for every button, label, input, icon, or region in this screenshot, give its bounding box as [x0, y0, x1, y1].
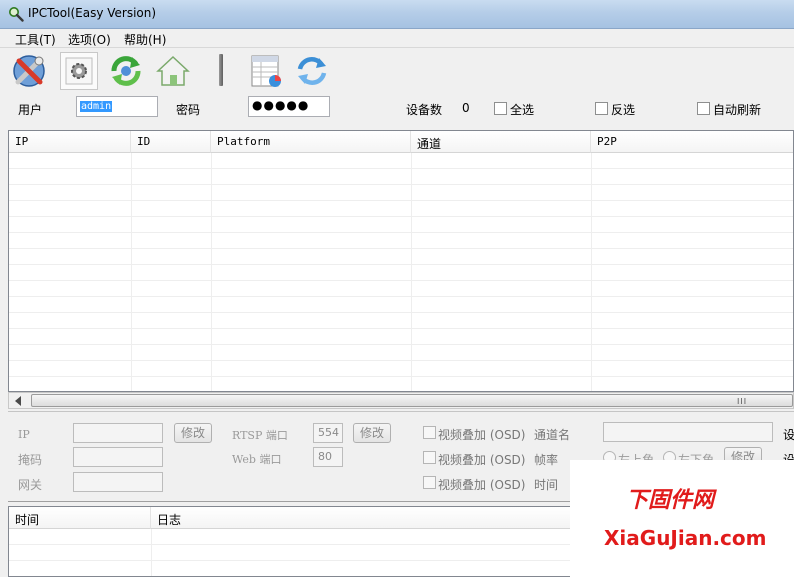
select-all-label: 全选	[510, 103, 535, 117]
table-row[interactable]	[9, 313, 793, 329]
osd-time-checkbox[interactable]	[423, 476, 436, 489]
channel-name-input[interactable]	[603, 422, 773, 442]
column-header-channel[interactable]: 通道	[411, 131, 591, 153]
magnifier-icon	[9, 7, 24, 22]
mask-input[interactable]	[73, 447, 163, 467]
osd-time-label: 视频叠加 (OSD)	[438, 478, 526, 492]
table-row[interactable]	[9, 281, 793, 297]
tools-button[interactable]	[10, 52, 48, 90]
select-all-checkbox[interactable]	[494, 102, 507, 115]
frame-rate-label: 帧率	[534, 453, 559, 467]
auto-refresh-label: 自动刷新	[713, 103, 762, 117]
table-row[interactable]	[9, 329, 793, 345]
web-port-label: Web 端口	[232, 453, 282, 466]
title-bar: IPCTool(Easy Version)	[0, 0, 794, 29]
menu-tools[interactable]: 工具(T)	[15, 31, 56, 48]
window-title: IPCTool(Easy Version)	[28, 6, 157, 20]
password-label: 密码	[176, 103, 201, 117]
refresh-button[interactable]	[107, 52, 145, 90]
gear-icon	[65, 57, 93, 85]
osd-framerate-label: 视频叠加 (OSD)	[438, 453, 526, 467]
table-row[interactable]	[9, 345, 793, 361]
ip-input[interactable]	[73, 423, 163, 443]
device-count: 0	[462, 101, 470, 115]
gateway-input[interactable]	[73, 472, 163, 492]
watermark: 下固件网 XiaGuJian.com	[570, 460, 794, 577]
osd-channel-label: 视频叠加 (OSD)	[438, 428, 526, 442]
table-row[interactable]	[9, 233, 793, 249]
tools-icon	[13, 55, 45, 87]
horizontal-scrollbar[interactable]: III	[8, 392, 794, 409]
table-row[interactable]	[9, 297, 793, 313]
home-icon	[156, 55, 190, 86]
scroll-left-arrow[interactable]	[15, 396, 21, 406]
table-row[interactable]	[9, 361, 793, 377]
osd-framerate-checkbox[interactable]	[423, 451, 436, 464]
export-button[interactable]	[247, 52, 285, 90]
rtsp-port-input[interactable]: 554	[313, 423, 343, 443]
table-row[interactable]	[9, 185, 793, 201]
device-count-label: 设备数	[406, 103, 443, 117]
invert-select-label: 反选	[611, 103, 636, 117]
menu-help[interactable]: 帮助(H)	[124, 31, 166, 48]
scrollbar-grip: III	[737, 397, 748, 406]
ip-label: IP	[18, 428, 30, 441]
table-row[interactable]	[9, 217, 793, 233]
column-header-p2p[interactable]: P2P	[591, 131, 793, 153]
password-input[interactable]: ●●●●●	[248, 96, 330, 117]
web-port-input[interactable]: 80	[313, 447, 343, 467]
column-header-platform[interactable]: Platform	[211, 131, 411, 153]
toolbar	[0, 48, 794, 94]
watermark-en: XiaGuJian.com	[604, 526, 767, 550]
table-row[interactable]	[9, 265, 793, 281]
menu-bar: 工具(T) 选项(O) 帮助(H)	[0, 29, 794, 48]
settings-button[interactable]	[60, 52, 98, 90]
time-label: 时间	[534, 478, 559, 492]
rtsp-port-label: RTSP 端口	[232, 429, 288, 442]
column-header-ip[interactable]: IP	[9, 131, 131, 153]
toolbar-separator	[219, 54, 223, 86]
spreadsheet-icon	[251, 55, 281, 87]
set-channel-label: 设	[783, 428, 794, 442]
user-label: 用户	[18, 103, 43, 117]
menu-options[interactable]: 选项(O)	[68, 31, 111, 48]
login-row: 用户 admin 密码 ●●●●● 设备数 0 全选 反选 自动刷新	[0, 94, 794, 124]
user-value: admin	[80, 101, 113, 112]
modify-port-button[interactable]: 修改	[353, 423, 391, 443]
sync-button[interactable]	[293, 52, 331, 90]
device-table[interactable]: IP ID Platform 通道 P2P	[8, 130, 794, 392]
scrollbar-thumb[interactable]: III	[31, 394, 793, 407]
refresh-icon	[111, 56, 141, 86]
channel-name-label: 通道名	[534, 428, 571, 442]
auto-refresh-checkbox[interactable]	[697, 102, 710, 115]
watermark-cn: 下固件网	[626, 488, 715, 513]
table-row[interactable]	[9, 377, 793, 391]
modify-ip-button[interactable]: 修改	[174, 423, 212, 443]
mask-label: 掩码	[18, 453, 43, 467]
sync-icon	[297, 57, 327, 85]
table-row[interactable]	[9, 153, 793, 169]
invert-select-checkbox[interactable]	[595, 102, 608, 115]
column-header-time[interactable]: 时间	[9, 507, 151, 529]
table-row[interactable]	[9, 249, 793, 265]
user-input[interactable]: admin	[76, 96, 158, 117]
table-row[interactable]	[9, 169, 793, 185]
osd-channel-checkbox[interactable]	[423, 426, 436, 439]
gateway-label: 网关	[18, 478, 43, 492]
table-row[interactable]	[9, 201, 793, 217]
column-header-id[interactable]: ID	[131, 131, 211, 153]
home-button[interactable]	[154, 52, 192, 90]
